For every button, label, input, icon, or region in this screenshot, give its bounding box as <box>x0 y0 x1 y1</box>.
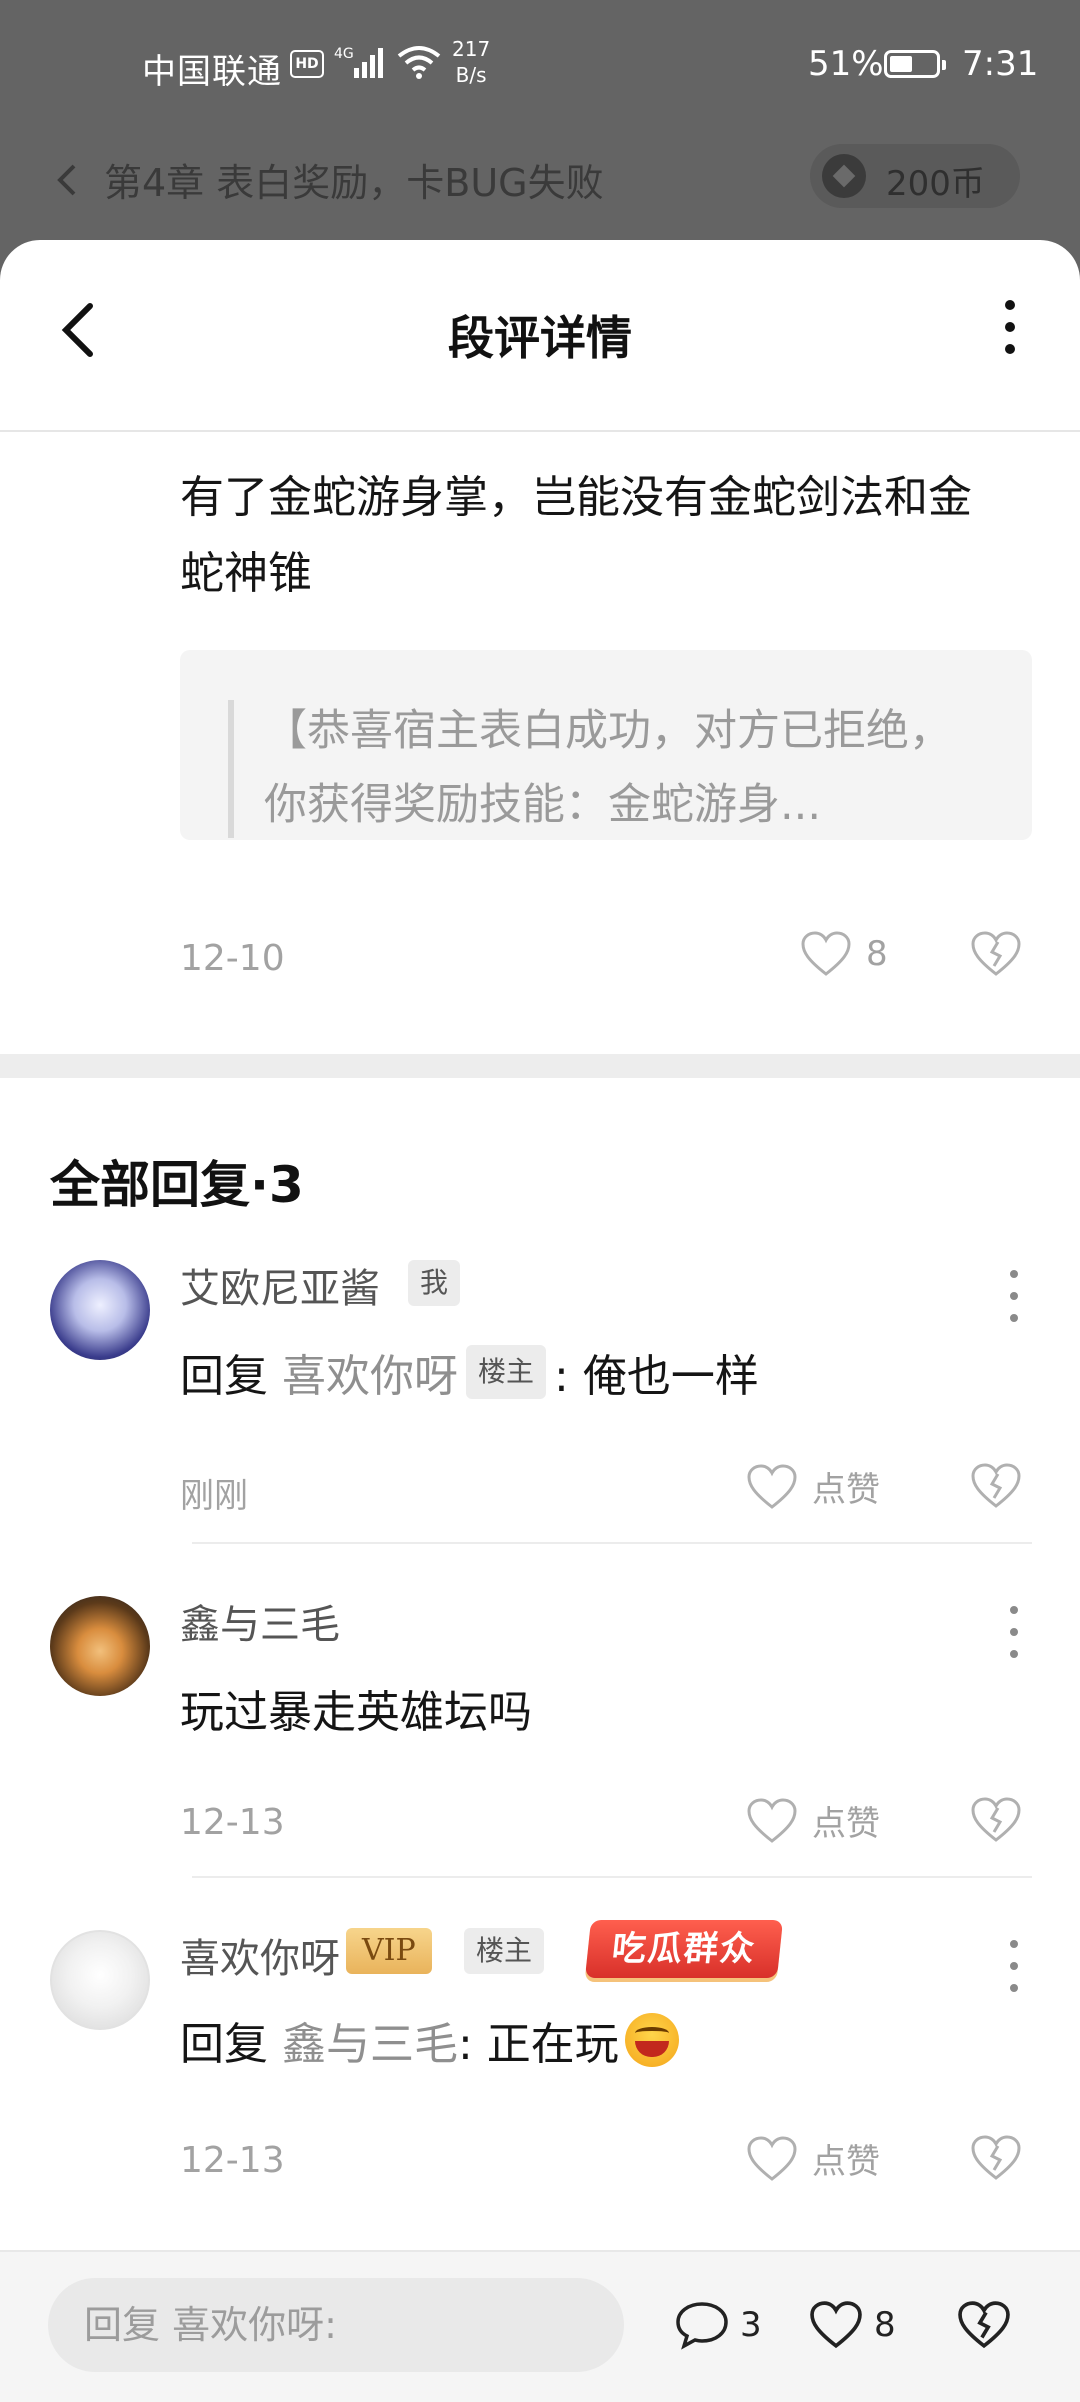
replies-section-title: 全部回复·3 <box>50 1156 304 1214</box>
reply-bar: 3 8 <box>0 2250 1080 2402</box>
quoted-passage[interactable]: 【恭喜宿主表白成功，对方已拒绝，你获得奖励技能：金蛇游身... <box>180 650 1032 840</box>
broken-heart-icon <box>958 2301 1010 2349</box>
broken-heart-icon <box>971 1463 1021 1508</box>
avatar[interactable] <box>50 1930 150 2030</box>
battery-icon <box>884 50 946 78</box>
wifi-icon <box>396 44 442 84</box>
broken-heart-icon <box>971 931 1021 976</box>
like-label: 点赞 <box>812 2142 880 2182</box>
chapter-title[interactable]: 第4章 表白奖励，卡BUG失败 <box>104 152 604 207</box>
more-icon[interactable] <box>990 300 1030 380</box>
hd-icon: HD <box>290 50 324 78</box>
avatar[interactable] <box>50 1260 150 1360</box>
reply-text: 玩过暴走英雄坛吗 <box>180 1687 532 1738</box>
reply-like-button[interactable]: 点赞 <box>746 1462 880 1511</box>
reply-more-icon[interactable] <box>1004 1940 1024 2004</box>
laughing-emoji-icon <box>624 2013 679 2067</box>
reply-prefix: 回复 <box>180 2019 268 2070</box>
clock: 7:31 <box>962 44 1039 84</box>
post-dislike-button[interactable] <box>970 930 1022 982</box>
heart-icon <box>801 931 851 976</box>
reply-username[interactable]: 鑫与三毛 <box>180 1592 340 1650</box>
reply-to-user[interactable]: 鑫与三毛 <box>282 2008 458 2072</box>
post-like-button[interactable]: 8 <box>800 930 888 978</box>
battery-percent: 51% <box>808 44 884 84</box>
heart-icon <box>747 1463 797 1509</box>
avatar[interactable] <box>50 1596 150 1696</box>
self-tag: 我 <box>408 1260 461 1306</box>
op-tag: 楼主 <box>464 1928 545 1974</box>
reply-more-icon[interactable] <box>1004 1606 1024 1670</box>
reply-dislike-button[interactable] <box>970 2134 1022 2186</box>
carrier-label: 中国联通 <box>142 52 282 92</box>
reply-text: : 俺也一样 <box>554 1351 759 1402</box>
post-date: 12-10 <box>180 938 285 979</box>
quoted-passage-text: 【恭喜宿主表白成功，对方已拒绝，你获得奖励技能：金蛇游身... <box>264 706 952 830</box>
reply-content[interactable]: 玩过暴走英雄坛吗 <box>180 1676 532 1740</box>
coin-icon <box>822 154 866 198</box>
reply-prefix: 回复 <box>180 1351 268 1402</box>
reply-to-user[interactable]: 喜欢你呀 <box>282 1340 458 1404</box>
like-label: 点赞 <box>812 1470 880 1510</box>
quote-bar <box>228 700 234 838</box>
fan-badge: 吃瓜群众 <box>584 1920 784 1978</box>
reply-input[interactable] <box>48 2278 624 2372</box>
comment-detail-sheet: 段评详情 有了金蛇游身掌，岂能没有金蛇剑法和金蛇神锥 【恭喜宿主表白成功，对方已… <box>0 240 1080 2400</box>
reply-dislike-button[interactable] <box>970 1462 1022 1514</box>
reply-username[interactable]: 喜欢你呀 <box>180 1926 340 1984</box>
vip-badge: VIP <box>346 1928 432 1974</box>
dislike-button[interactable] <box>956 2300 1022 2350</box>
heart-icon <box>747 1797 797 1843</box>
comment-count-button[interactable]: 3 <box>674 2300 762 2350</box>
broken-heart-icon <box>971 2135 1021 2180</box>
like-count-button[interactable]: 8 <box>808 2300 896 2350</box>
reply-like-button[interactable]: 点赞 <box>746 1796 880 1845</box>
comment-count: 3 <box>740 2305 762 2345</box>
reply-separator <box>192 1876 1032 1878</box>
page-title: 段评详情 <box>448 311 632 365</box>
chapter-back-icon[interactable] <box>52 160 82 204</box>
broken-heart-icon <box>971 1797 1021 1842</box>
heart-icon <box>747 2135 797 2181</box>
op-tag: 楼主 <box>466 1345 547 1399</box>
reply-more-icon[interactable] <box>1004 1270 1024 1334</box>
network-speed: 217 B/s <box>452 36 490 88</box>
signal-icon: 4G <box>334 44 390 84</box>
reply-dislike-button[interactable] <box>970 1796 1022 1848</box>
reply-username[interactable]: 艾欧尼亚酱 <box>180 1256 380 1314</box>
reply-time: 12-13 <box>180 2140 285 2181</box>
reply-time: 12-13 <box>180 1802 285 1843</box>
network-speed-value: 217 <box>452 37 491 61</box>
reply-time: 刚刚 <box>180 1476 248 1516</box>
heart-icon <box>810 2301 862 2349</box>
like-label: 点赞 <box>812 1804 880 1844</box>
reply-content[interactable]: 回复 鑫与三毛: 正在玩 <box>180 2008 679 2072</box>
status-bar: 中国联通 HD 4G 217 B/s 51% 7:31 <box>0 0 1080 130</box>
network-type-label: 4G <box>334 46 354 62</box>
sheet-header: 段评详情 <box>0 240 1080 432</box>
chapter-bar: 第4章 表白奖励，卡BUG失败 200币 <box>0 140 1080 220</box>
like-count: 8 <box>874 2305 896 2345</box>
reply-text: : 正在玩 <box>458 2019 619 2070</box>
reply-separator <box>192 1542 1032 1544</box>
paragraph-comment-text: 有了金蛇游身掌，岂能没有金蛇剑法和金蛇神锥 <box>180 472 972 599</box>
comment-icon <box>676 2302 728 2350</box>
network-speed-unit: B/s <box>455 63 487 87</box>
coin-balance: 200币 <box>886 164 985 204</box>
coin-balance-button[interactable]: 200币 <box>810 144 1020 208</box>
reply-content[interactable]: 回复 喜欢你呀 楼主 : 俺也一样 <box>180 1340 759 1404</box>
reply-like-button[interactable]: 点赞 <box>746 2134 880 2183</box>
post-like-count: 8 <box>866 934 888 974</box>
section-divider <box>0 1054 1080 1078</box>
